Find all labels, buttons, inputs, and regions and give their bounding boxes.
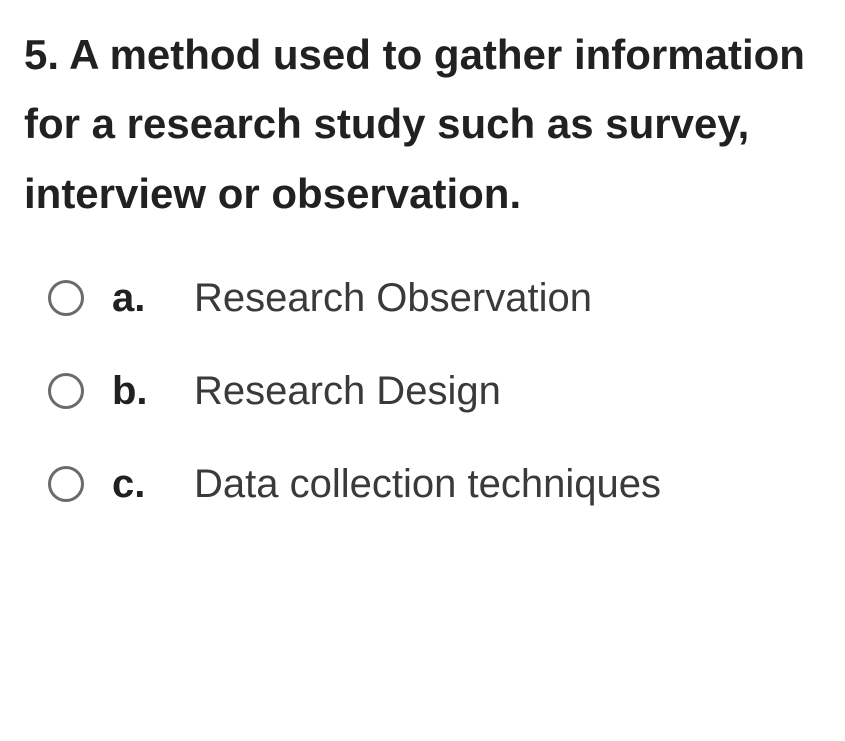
radio-icon[interactable] bbox=[48, 280, 84, 316]
option-a[interactable]: a. Research Observation bbox=[48, 276, 821, 321]
question-container: 5. A method used to gather information f… bbox=[24, 20, 821, 507]
option-text: Research Observation bbox=[194, 276, 592, 321]
option-c[interactable]: c. Data collection techniques bbox=[48, 462, 821, 507]
radio-icon[interactable] bbox=[48, 373, 84, 409]
option-text: Data collection techniques bbox=[194, 462, 661, 507]
option-letter: c. bbox=[112, 462, 154, 507]
radio-icon[interactable] bbox=[48, 466, 84, 502]
option-letter: b. bbox=[112, 369, 154, 414]
option-b[interactable]: b. Research Design bbox=[48, 369, 821, 414]
question-text: 5. A method used to gather information f… bbox=[24, 20, 821, 228]
option-text: Research Design bbox=[194, 369, 501, 414]
option-letter: a. bbox=[112, 276, 154, 321]
options-list: a. Research Observation b. Research Desi… bbox=[24, 276, 821, 507]
